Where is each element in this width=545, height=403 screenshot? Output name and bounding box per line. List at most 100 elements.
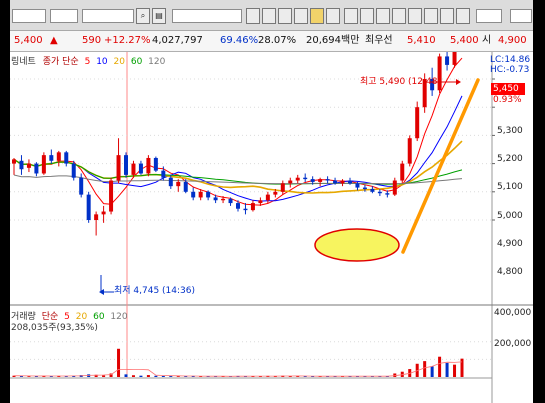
current-price: 5,400 <box>14 35 43 46</box>
period-week-button[interactable] <box>278 8 292 24</box>
volume-bar <box>438 356 442 377</box>
candle <box>124 152 128 178</box>
candle <box>146 155 151 177</box>
low-annotation: 최저 4,745 (14:36) <box>114 286 196 296</box>
candle-body <box>79 177 84 195</box>
code-type-select[interactable] <box>50 9 78 23</box>
candle-body <box>250 203 255 211</box>
best-ask-label: 최우선 <box>365 35 393 46</box>
candle-body <box>355 183 360 188</box>
candle-body <box>273 191 278 195</box>
candle-body <box>333 180 338 184</box>
market-select[interactable] <box>12 9 46 23</box>
candle-body <box>153 157 158 171</box>
candle-body <box>26 163 31 168</box>
volume-bar <box>169 376 173 377</box>
price-tick: 4,900 <box>497 239 523 249</box>
candle-body <box>71 163 76 178</box>
candle-body <box>176 181 181 187</box>
candle-body <box>400 163 405 181</box>
volume-bar <box>460 358 464 377</box>
candle <box>86 191 91 223</box>
ma-20-label: 20 <box>113 57 125 67</box>
candle-body <box>377 191 382 194</box>
candle-body <box>49 155 54 161</box>
period-selected-button[interactable] <box>310 8 324 24</box>
candle-body <box>303 177 308 180</box>
stock-name-field[interactable] <box>172 9 242 23</box>
interval-3-button[interactable] <box>360 8 374 24</box>
candle <box>415 101 420 142</box>
quote-bar: 5,400 ▲ 590 +12.27% 4,027,797 69.46% 28.… <box>10 31 533 52</box>
volume-bar <box>117 348 121 377</box>
candle-body <box>407 138 412 164</box>
current-percent-tag: 0.93% <box>493 95 522 105</box>
candle-body <box>64 152 69 164</box>
interval-1-button[interactable] <box>344 8 358 24</box>
open-label: 시 <box>482 35 492 46</box>
period-tick-button[interactable] <box>326 8 340 24</box>
interval-45-button[interactable] <box>440 8 454 24</box>
candle-body <box>168 177 173 187</box>
stock-code-input[interactable] <box>82 9 134 23</box>
interval-15-button[interactable] <box>408 8 422 24</box>
interval-custom-select[interactable] <box>476 9 502 23</box>
interval-30-button[interactable] <box>424 8 438 24</box>
candle-body <box>94 214 99 220</box>
volume-value: 4,027,797 <box>152 35 203 46</box>
volume-bar <box>102 375 106 377</box>
price-volume-chart[interactable] <box>10 25 533 403</box>
candle-body <box>445 56 450 65</box>
period-day-button[interactable] <box>262 8 276 24</box>
change-up-icon: ▲ <box>50 35 58 46</box>
volume-tick: 200,000 <box>494 339 532 349</box>
candle-body <box>236 203 240 209</box>
vol-ma-120-label: 120 <box>110 312 128 322</box>
candle <box>109 177 114 215</box>
candle-body <box>228 198 233 204</box>
candle-body <box>12 159 16 164</box>
candle-body <box>318 179 323 182</box>
hc-indicator: HC:-0.73 <box>490 65 530 75</box>
volume-bar <box>124 374 128 377</box>
best-ask: 5,410 <box>407 35 436 46</box>
candle-body <box>258 200 263 204</box>
open-price: 4,900 <box>498 35 527 46</box>
current-price-tag: 5,450 <box>491 83 525 95</box>
interval-5-button[interactable] <box>376 8 390 24</box>
bar-count-input[interactable] <box>510 9 532 23</box>
volume-bar <box>27 376 31 377</box>
candle-body <box>161 170 166 178</box>
candle-body <box>116 155 121 181</box>
ma-120-label: 120 <box>148 57 166 67</box>
candle-body <box>392 180 397 195</box>
candle <box>71 160 76 181</box>
candle <box>400 160 405 184</box>
lookup-icon[interactable]: ▤ <box>152 8 166 24</box>
volume-bar <box>176 376 180 377</box>
price-tick: 4,800 <box>497 267 523 277</box>
candle <box>407 135 412 167</box>
candle-body <box>183 181 188 192</box>
high-annotation: 최고 5,490 (12:48) <box>360 77 442 87</box>
candle-body <box>310 179 315 182</box>
interval-10-button[interactable] <box>392 8 406 24</box>
candle-body <box>243 208 248 211</box>
period-minute-button[interactable] <box>246 8 260 24</box>
interval-60-button[interactable] <box>456 8 470 24</box>
ma-60-label: 60 <box>130 57 143 67</box>
candle-body <box>198 191 203 198</box>
best-bid: 5,400 <box>450 35 479 46</box>
price-legend-ma-label: 종가 단순 <box>42 57 79 67</box>
volume-bar <box>423 361 427 377</box>
candle-body <box>370 188 375 192</box>
volume-bar <box>430 366 434 377</box>
search-icon[interactable]: ⌕ <box>136 8 150 24</box>
candle-body <box>362 187 367 189</box>
candle-body <box>124 155 128 175</box>
period-month-button[interactable] <box>294 8 308 24</box>
volume-bar <box>154 375 158 377</box>
trade-value: 20,694백만 <box>306 35 360 46</box>
chart-area[interactable]: 링네트 종가 단순 5 10 20 60 120 LC:14.86 HC:-0.… <box>10 25 533 403</box>
candle-body <box>280 183 285 192</box>
